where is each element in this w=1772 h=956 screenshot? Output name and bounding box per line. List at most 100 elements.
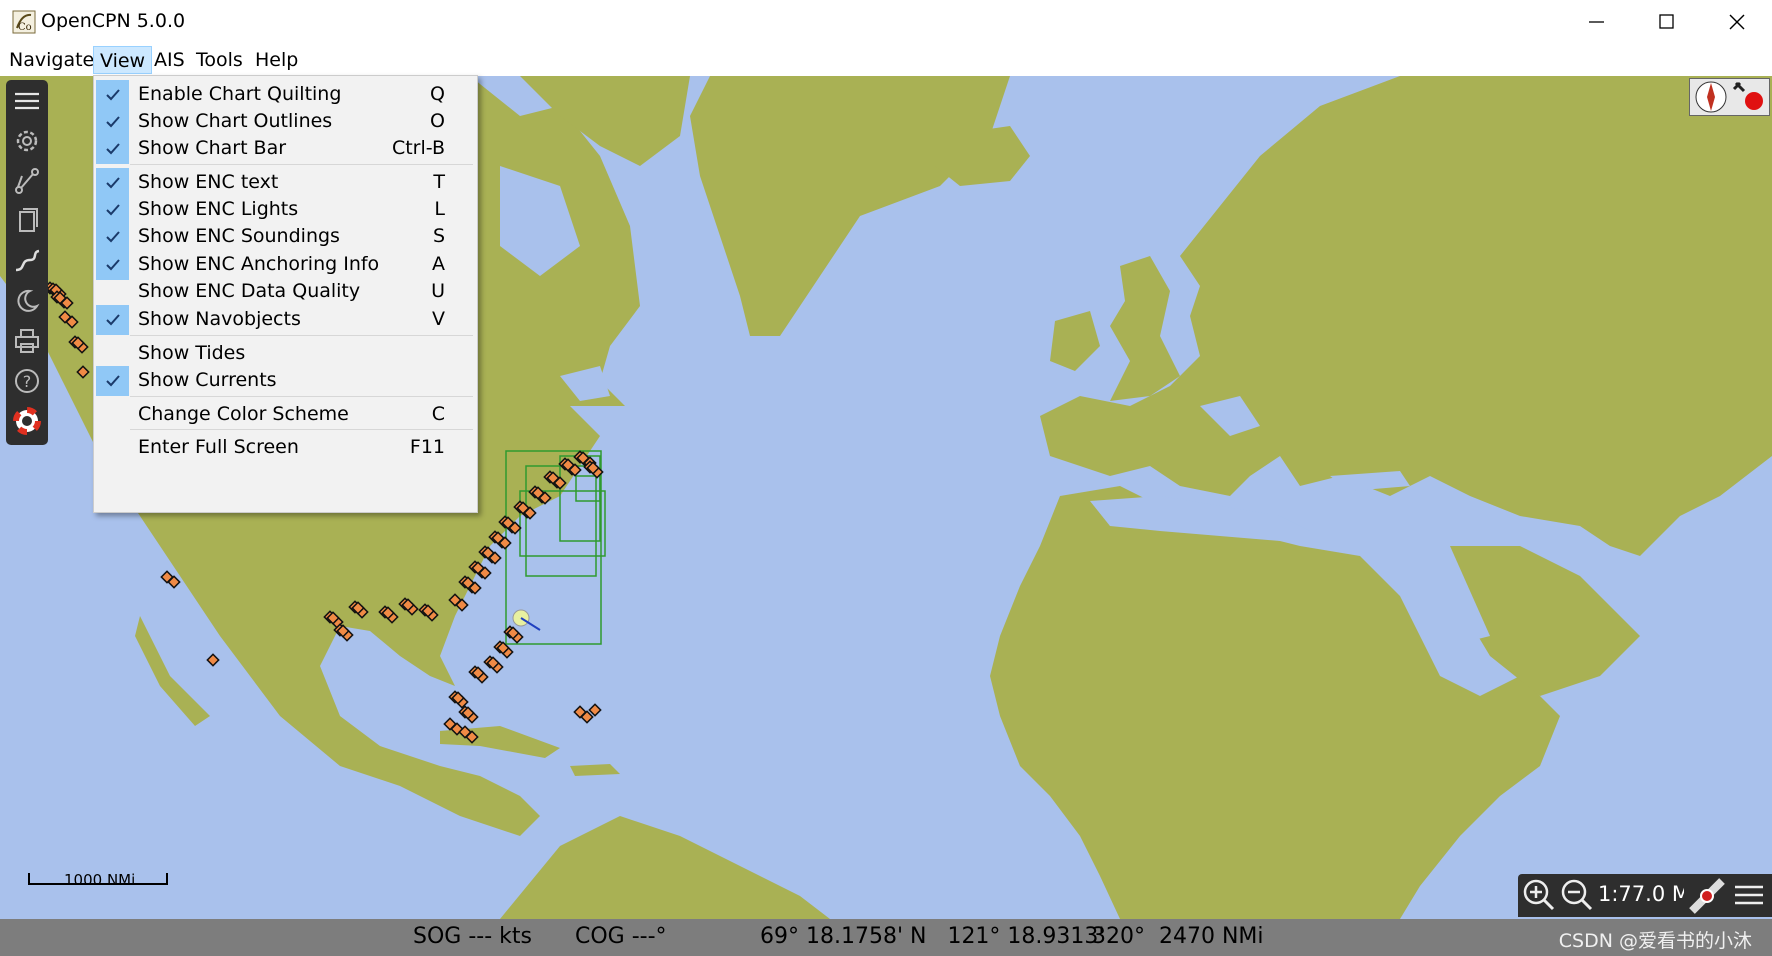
menu-item-checked-indicator	[96, 195, 129, 225]
maximize-icon	[1659, 14, 1674, 29]
menu-separator	[130, 335, 473, 336]
cog-readout: COG ---°	[575, 924, 667, 949]
close-button[interactable]	[1702, 0, 1772, 44]
menu-item-label: Show ENC Soundings	[138, 225, 340, 247]
menu-separator	[130, 429, 473, 430]
gear-icon[interactable]	[12, 126, 42, 156]
menu-item-shortcut: S	[432, 225, 445, 247]
waypoint-marker[interactable]	[588, 703, 602, 717]
zoom-in-icon[interactable]	[1522, 878, 1556, 912]
menu-item-show-enc-data-quality[interactable]: Show ENC Data Quality U	[96, 277, 473, 307]
menu-item-enable-chart-quilting[interactable]: Enable Chart Quilting Q	[96, 80, 473, 110]
menu-item-enter-full-screen[interactable]: Enter Full Screen F11	[96, 433, 473, 463]
checkmark-icon	[106, 375, 120, 387]
status-bar: SOG --- kts COG ---° 69° 18.1758' N 121°…	[0, 919, 1772, 956]
gps-status-icon	[1732, 81, 1763, 110]
waypoint-marker[interactable]	[206, 653, 220, 667]
title-bar: Co OpenCPN 5.0.0	[0, 0, 1772, 44]
menu-item-show-chart-bar[interactable]: Show Chart Bar Ctrl-B	[96, 134, 473, 164]
menu-item-label: Enter Full Screen	[138, 436, 299, 458]
menu-item-shortcut: L	[434, 198, 445, 220]
cursor-position-readout: 69° 18.1758' N 121° 18.9313'	[760, 924, 1105, 949]
menu-icon[interactable]	[12, 86, 42, 116]
menu-separator	[130, 396, 473, 397]
maximize-button[interactable]	[1632, 0, 1702, 44]
checkmark-icon	[106, 314, 120, 326]
scale-label: 1000 NMi	[64, 871, 136, 889]
night-mode-icon[interactable]	[12, 286, 42, 316]
svg-text:?: ?	[23, 372, 32, 391]
menu-item-show-chart-outlines[interactable]: Show Chart Outlines O	[96, 107, 473, 137]
menu-item-checked-indicator	[96, 305, 129, 335]
menu-item-checked-indicator	[96, 250, 129, 280]
menu-item-shortcut: Q	[430, 83, 445, 105]
menu-bar: Navigate View AIS Tools Help	[0, 44, 1772, 76]
menu-item-label: Enable Chart Quilting	[138, 83, 342, 105]
menu-item-label: Show Currents	[138, 369, 277, 391]
bearing-distance-readout: 320° 2470 NMi	[1092, 924, 1264, 949]
view-menu-dropdown: Enable Chart Quilting Q Show Chart Outline…	[93, 75, 478, 513]
checkmark-icon	[106, 204, 120, 216]
menu-item-label: Show ENC Lights	[138, 198, 299, 220]
menu-item-shortcut: V	[432, 308, 445, 330]
menu-item-label: Show Chart Outlines	[138, 110, 333, 132]
checkmark-icon	[106, 177, 120, 189]
track-icon[interactable]	[12, 246, 42, 276]
menu-item-shortcut: O	[430, 110, 445, 132]
zoom-panel: 1:77.0 MM	[1518, 874, 1772, 917]
main-toolbar: ?	[6, 80, 48, 445]
minimize-button[interactable]	[1562, 0, 1632, 44]
documents-icon[interactable]	[12, 206, 42, 236]
menu-item-label: Show Navobjects	[138, 308, 301, 330]
svg-text:Co: Co	[18, 22, 32, 33]
menu-item-label: Show Chart Bar	[138, 137, 287, 159]
menu-item-show-currents[interactable]: Show Currents	[96, 366, 473, 396]
sog-readout: SOG --- kts	[413, 924, 532, 949]
menu-separator	[130, 164, 473, 165]
menu-item-change-color-scheme[interactable]: Change Color Scheme C	[96, 400, 473, 430]
route-icon[interactable]	[12, 166, 42, 196]
checkmark-icon	[106, 143, 120, 155]
checkmark-icon	[106, 231, 120, 243]
menu-view[interactable]: View	[93, 46, 153, 74]
menu-item-checked-indicator	[96, 222, 129, 252]
zoom-out-icon[interactable]	[1560, 878, 1594, 912]
help-icon[interactable]: ?	[12, 366, 42, 396]
menu-item-shortcut: C	[431, 403, 445, 425]
lifebuoy-icon[interactable]	[12, 406, 42, 436]
menu-help[interactable]: Help	[249, 46, 304, 74]
menu-item-checked-indicator	[96, 366, 129, 396]
menu-item-show-enc-lights[interactable]: Show ENC Lights L	[96, 195, 473, 225]
checkmark-icon	[106, 89, 120, 101]
menu-item-checked-indicator	[96, 168, 129, 198]
chart-bar-menu-icon[interactable]	[1732, 878, 1766, 912]
menu-item-show-navobjects[interactable]: Show Navobjects V	[96, 305, 473, 335]
menu-item-show-enc-text[interactable]: Show ENC text T	[96, 168, 473, 198]
north-up-compass-icon	[1695, 81, 1727, 113]
close-icon	[1729, 14, 1745, 30]
menu-ais[interactable]: AIS	[148, 46, 191, 74]
menu-item-checked-indicator	[96, 107, 129, 137]
checkmark-icon	[106, 259, 120, 271]
menu-item-show-enc-anchoring-info[interactable]: Show ENC Anchoring Info A	[96, 250, 473, 280]
compass-widget[interactable]	[1689, 78, 1770, 116]
menu-item-label: Change Color Scheme	[138, 403, 349, 425]
menu-item-label: Show Tides	[138, 342, 246, 364]
menu-item-checked-indicator	[96, 134, 129, 164]
menu-item-shortcut: T	[433, 171, 445, 193]
menu-item-shortcut: F11	[409, 436, 445, 458]
menu-item-show-enc-soundings[interactable]: Show ENC Soundings S	[96, 222, 473, 252]
lookahead-mode-icon[interactable]	[1688, 877, 1726, 915]
menu-item-checked-indicator	[96, 80, 129, 110]
menu-item-shortcut: Ctrl-B	[391, 137, 445, 159]
menu-navigate[interactable]: Navigate	[3, 46, 100, 74]
menu-item-shortcut: U	[431, 280, 445, 302]
window-title: OpenCPN 5.0.0	[41, 10, 186, 32]
print-icon[interactable]	[12, 326, 42, 356]
menu-item-shortcut: A	[432, 253, 445, 275]
menu-item-label: Show ENC Anchoring Info	[138, 253, 380, 275]
checkmark-icon	[106, 116, 120, 128]
opencpn-logo-icon: Co	[12, 10, 36, 34]
menu-tools[interactable]: Tools	[190, 46, 249, 74]
menu-item-show-tides[interactable]: Show Tides	[96, 339, 473, 369]
